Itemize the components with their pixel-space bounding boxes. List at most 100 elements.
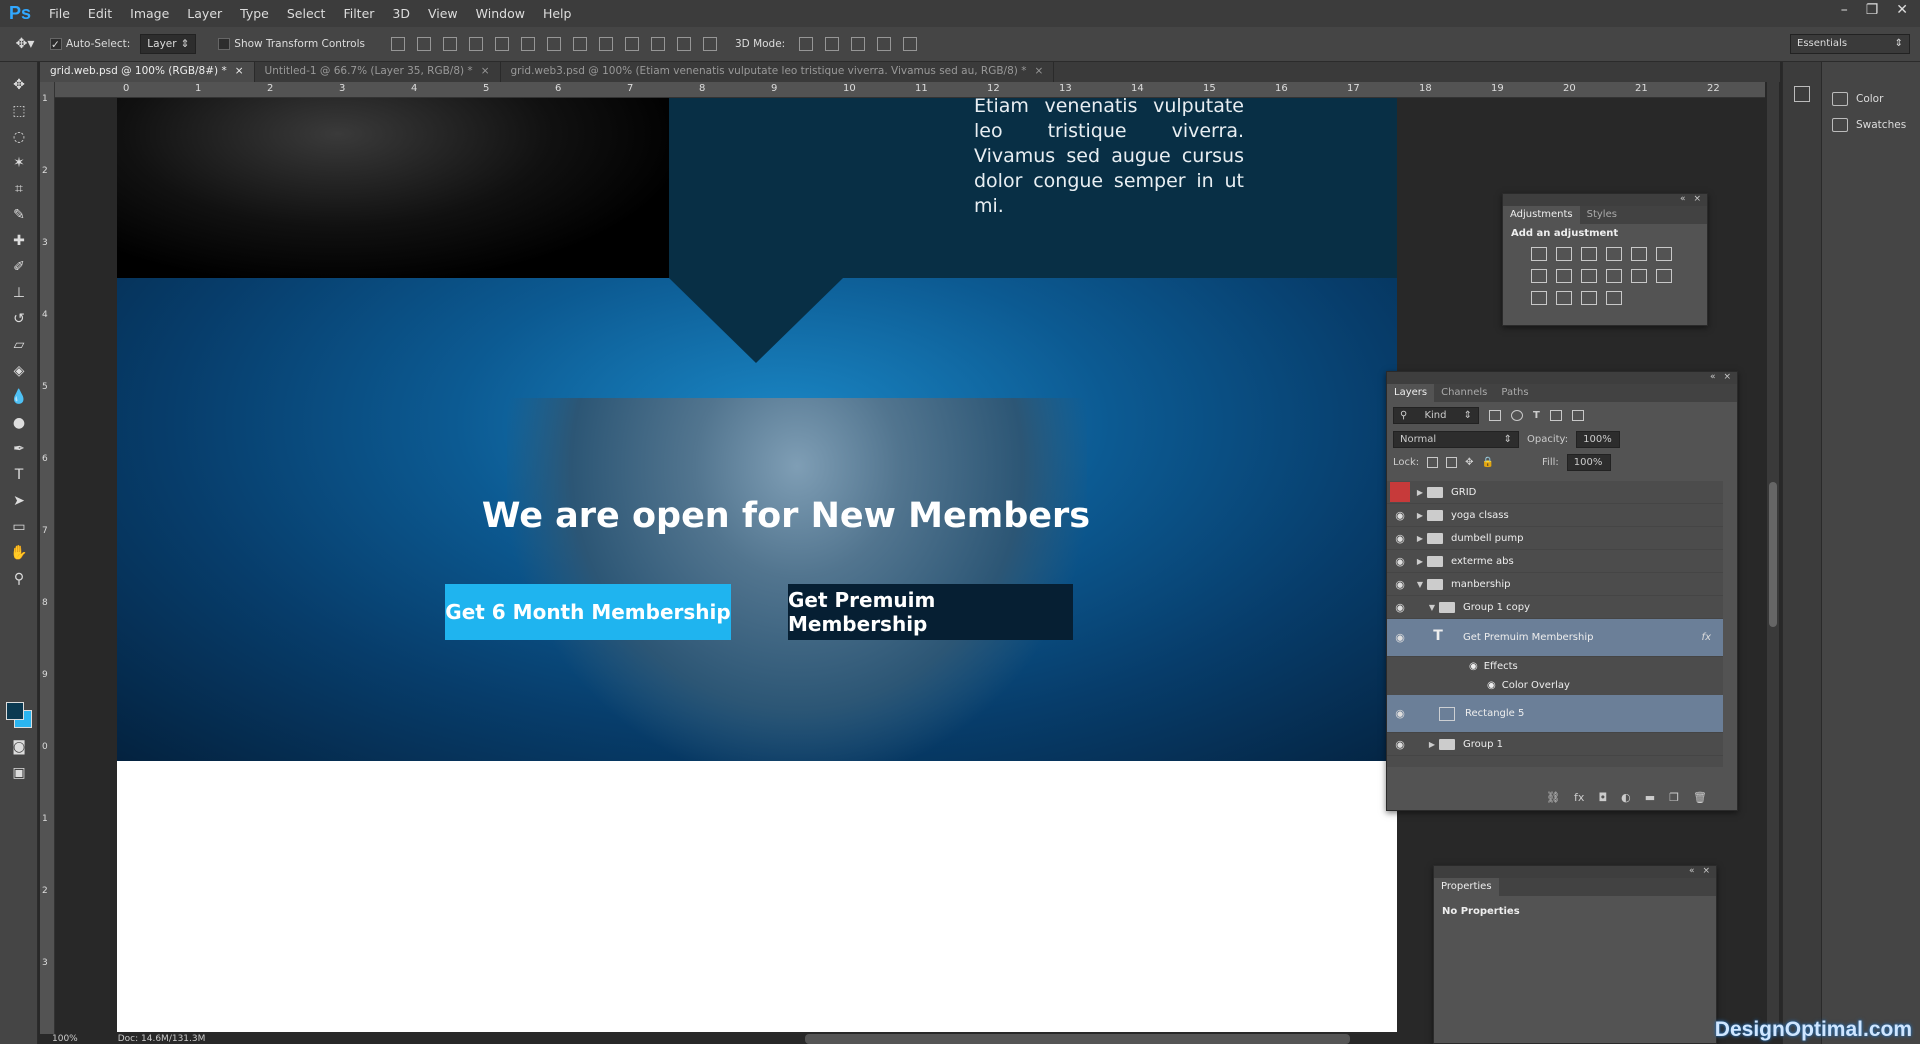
screen-mode-icon[interactable]: ▣ [0,760,38,786]
pixel-filter-icon[interactable] [1489,410,1501,421]
menu-layer[interactable]: Layer [178,6,231,21]
crop-tool-icon[interactable]: ⌗ [0,176,38,202]
eye-icon[interactable]: ◉ [1387,601,1413,614]
menu-select[interactable]: Select [278,6,335,21]
eye-icon[interactable]: ◉ [1387,532,1413,545]
layer-row-rectangle[interactable]: ◉ Rectangle 5 [1387,695,1723,733]
quick-mask-icon[interactable]: ◙ [0,734,38,760]
3d-rotate-icon[interactable] [799,37,814,51]
auto-select-checkbox[interactable]: ✓ [50,38,62,51]
photo-filter-icon[interactable] [1581,269,1597,283]
path-selection-tool-icon[interactable]: ➤ [0,488,38,514]
scroll-thumb[interactable] [1769,482,1777,627]
color-panel-button[interactable]: Color [1822,86,1920,112]
pen-tool-icon[interactable]: ✒ [0,436,38,462]
eye-icon[interactable]: ◉ [1387,509,1413,522]
swatches-panel-button[interactable]: Swatches [1822,112,1920,138]
visibility-toggle[interactable] [1390,482,1410,502]
six-month-membership-button[interactable]: Get 6 Month Membership [445,584,731,640]
kind-filter-dropdown[interactable]: ⚲ Kind ⇕ [1393,407,1479,424]
layer-row[interactable]: ▶ GRID [1387,481,1723,504]
canvas-horizontal-scrollbar[interactable] [805,1034,1350,1044]
menu-filter[interactable]: Filter [334,6,383,21]
menu-edit[interactable]: Edit [79,6,121,21]
distribute-bottom-icon[interactable] [598,37,613,51]
blend-mode-dropdown[interactable]: Normal ⇕ [1393,431,1519,448]
move-tool-icon[interactable]: ✥ [0,72,38,98]
levels-icon[interactable] [1556,247,1572,261]
tab-layers[interactable]: Layers [1387,384,1435,402]
align-hcenter-icon[interactable] [494,37,509,51]
auto-select-dropdown[interactable]: Layer ⇕ [140,34,197,54]
close-icon[interactable]: × [1702,866,1710,878]
brush-tool-icon[interactable]: ✐ [0,254,38,280]
new-group-icon[interactable]: ▬ [1645,791,1655,804]
tab-properties[interactable]: Properties [1434,878,1499,896]
paint-bucket-tool-icon[interactable]: ◈ [0,358,38,384]
trash-icon[interactable]: 🗑 [1693,791,1707,804]
type-tool-icon[interactable]: T [0,462,38,488]
workspace-switcher[interactable]: Essentials ⇕ [1790,34,1910,54]
layer-row[interactable]: ◉ ▼ manbership [1387,573,1723,596]
eye-icon[interactable]: ◉ [1487,680,1496,691]
3d-pan-icon[interactable] [851,37,866,51]
posterize-icon[interactable] [1531,291,1547,305]
zoom-tool-icon[interactable]: ⚲ [0,566,38,592]
close-icon[interactable]: × [481,65,490,77]
lock-all-icon[interactable]: 🔒 [1482,457,1494,468]
eye-icon[interactable]: ◉ [1387,578,1413,591]
healing-brush-tool-icon[interactable]: ✚ [0,228,38,254]
adjustment-filter-icon[interactable] [1511,410,1523,421]
collapse-icon[interactable]: ▼ [1425,603,1439,612]
rectangle-tool-icon[interactable]: ▭ [0,514,38,540]
layer-row[interactable]: ◉ ▶ dumbell pump [1387,527,1723,550]
magic-wand-tool-icon[interactable]: ✶ [0,150,38,176]
tab-grid-web3[interactable]: grid.web3.psd @ 100% (Etiam venenatis vu… [501,62,1055,82]
minimize-button[interactable]: – [1841,2,1848,18]
dodge-tool-icon[interactable]: ● [0,410,38,436]
tab-grid-web[interactable]: grid.web.psd @ 100% (RGB/8#) * × [40,62,255,82]
eye-icon[interactable]: ◉ [1387,707,1413,720]
menu-file[interactable]: File [40,6,79,21]
close-icon[interactable]: × [1723,372,1731,384]
add-mask-icon[interactable]: ◘ [1598,791,1607,804]
history-brush-tool-icon[interactable]: ↺ [0,306,38,332]
distribute-top-icon[interactable] [546,37,561,51]
hand-tool-icon[interactable]: ✋ [0,540,38,566]
show-transform-checkbox[interactable] [218,38,231,50]
expand-icon[interactable]: ▶ [1413,488,1427,497]
curves-icon[interactable] [1581,247,1597,261]
stamp-tool-icon[interactable]: ⊥ [0,280,38,306]
eye-icon[interactable]: ◉ [1387,738,1413,751]
zoom-level[interactable]: 100% [52,1034,78,1044]
invert-icon[interactable] [1656,269,1672,283]
menu-window[interactable]: Window [467,6,534,21]
tab-channels[interactable]: Channels [1434,384,1494,402]
eyedropper-tool-icon[interactable]: ✎ [0,202,38,228]
expand-icon[interactable]: ▶ [1425,740,1439,749]
expand-icon[interactable]: ▶ [1413,511,1427,520]
exposure-icon[interactable] [1606,247,1622,261]
document-canvas[interactable]: Etiam venenatis vulputate leo tristique … [117,98,1397,1032]
vibrance-icon[interactable] [1631,247,1647,261]
menu-image[interactable]: Image [121,6,178,21]
fx-icon[interactable]: fx [1574,791,1584,804]
lock-pixels-icon[interactable] [1446,457,1458,468]
tab-adjustments[interactable]: Adjustments [1503,206,1580,224]
channel-mixer-icon[interactable] [1606,269,1622,283]
layer-row-selected[interactable]: ◉ T Get Premuim Membership fx [1387,619,1723,657]
tab-untitled-1[interactable]: Untitled-1 @ 66.7% (Layer 35, RGB/8) * × [255,62,501,82]
color-balance-icon[interactable] [1531,269,1547,283]
expand-icon[interactable]: ▶ [1413,534,1427,543]
close-icon[interactable]: × [235,65,244,77]
type-filter-icon[interactable]: T [1533,410,1540,421]
canvas-vertical-scrollbar[interactable] [1767,82,1779,1032]
layer-row[interactable]: ◉ ▶ exterme abs [1387,550,1723,573]
expand-icon[interactable]: ▶ [1413,557,1427,566]
black-white-icon[interactable] [1556,269,1572,283]
threshold-icon[interactable] [1556,291,1572,305]
3d-slide-icon[interactable] [877,37,892,51]
align-right-icon[interactable] [520,37,535,51]
history-icon[interactable] [1794,86,1810,102]
menu-3d[interactable]: 3D [383,6,419,21]
